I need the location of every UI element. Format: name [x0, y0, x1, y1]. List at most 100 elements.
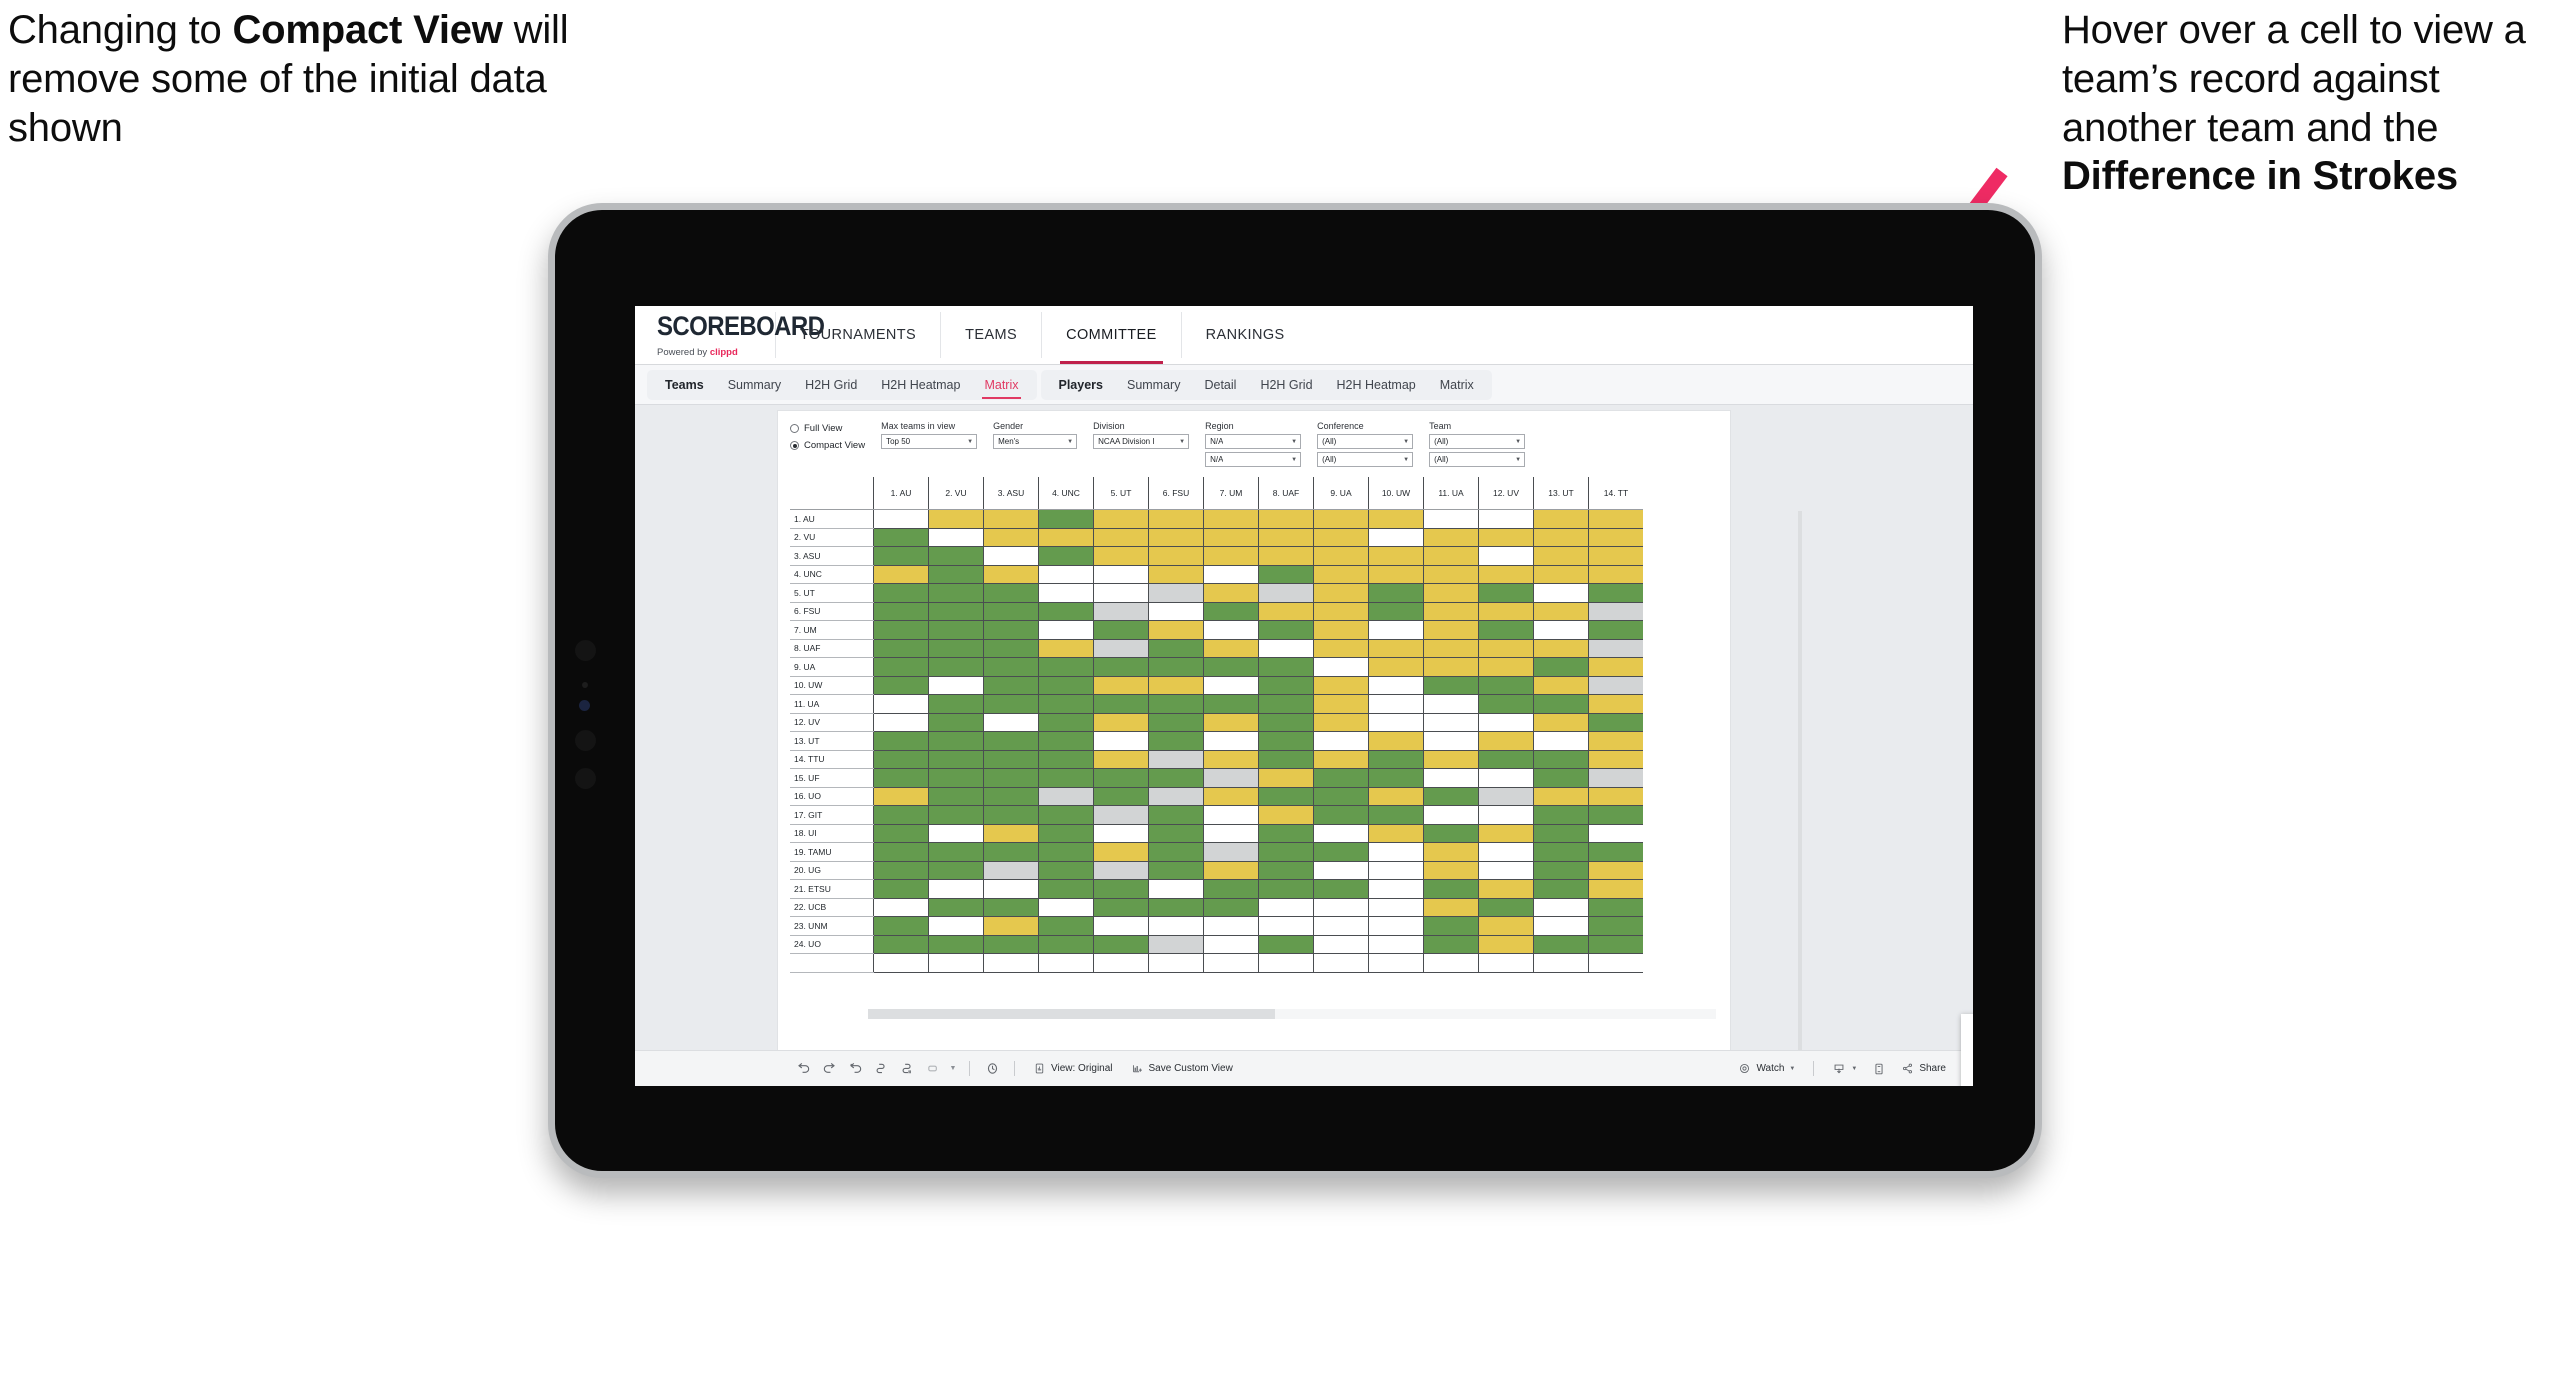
- matrix-cell[interactable]: [1203, 676, 1259, 695]
- save-custom-view-button[interactable]: Save Custom View: [1122, 1056, 1242, 1082]
- matrix-cell[interactable]: [983, 676, 1039, 695]
- matrix-cell[interactable]: [1258, 565, 1314, 584]
- matrix-cell[interactable]: [1038, 546, 1094, 566]
- tab-teams-summary[interactable]: Summary: [716, 378, 793, 392]
- matrix-cell[interactable]: [1148, 750, 1204, 769]
- matrix-cell[interactable]: [1203, 879, 1259, 899]
- matrix-cell[interactable]: [1258, 935, 1314, 954]
- matrix-cell[interactable]: [1093, 824, 1149, 843]
- matrix-cell[interactable]: [1258, 509, 1314, 529]
- tab-teams-h2h-grid[interactable]: H2H Grid: [793, 378, 869, 392]
- matrix-cell[interactable]: [873, 546, 929, 566]
- matrix-cell[interactable]: [1423, 546, 1479, 566]
- matrix-cell[interactable]: [873, 713, 929, 732]
- matrix-cell[interactable]: [928, 713, 984, 732]
- matrix-cell[interactable]: [1258, 861, 1314, 880]
- matrix-cell[interactable]: [1258, 528, 1314, 547]
- matrix-cell[interactable]: [1423, 602, 1479, 621]
- matrix-cell[interactable]: [1588, 620, 1643, 640]
- matrix-row-header[interactable]: 12. UV: [790, 713, 874, 732]
- matrix-cell[interactable]: [1203, 602, 1259, 621]
- matrix-cell[interactable]: [1148, 916, 1204, 936]
- matrix-cell[interactable]: [928, 546, 984, 566]
- matrix-cell[interactable]: [1533, 509, 1589, 529]
- matrix-cell[interactable]: [1478, 657, 1534, 677]
- matrix-cell[interactable]: [1258, 731, 1314, 751]
- matrix-cell[interactable]: [1148, 620, 1204, 640]
- matrix-cell[interactable]: [873, 768, 929, 788]
- matrix-cell[interactable]: [873, 620, 929, 640]
- matrix-cell[interactable]: [1148, 731, 1204, 751]
- matrix-cell[interactable]: [1313, 879, 1369, 899]
- matrix-cell[interactable]: [928, 916, 984, 936]
- matrix-cell[interactable]: [1313, 639, 1369, 658]
- download-button[interactable]: ▼: [1823, 1056, 1866, 1082]
- matrix-cell[interactable]: [1313, 768, 1369, 788]
- filter-division-select[interactable]: NCAA Division I ▼: [1093, 434, 1190, 449]
- matrix-cell[interactable]: [1588, 676, 1643, 695]
- nav-item-committee[interactable]: COMMITTEE: [1042, 306, 1181, 364]
- matrix-cell[interactable]: [1258, 768, 1314, 788]
- matrix-cell[interactable]: [1368, 639, 1424, 658]
- matrix-cell[interactable]: [1148, 676, 1204, 695]
- matrix-cell[interactable]: [1368, 694, 1424, 714]
- matrix-cell[interactable]: [1313, 676, 1369, 695]
- matrix-cell[interactable]: [873, 583, 929, 603]
- matrix-cell[interactable]: [1588, 602, 1643, 621]
- matrix-cell[interactable]: [1203, 657, 1259, 677]
- matrix-cell[interactable]: [1533, 583, 1589, 603]
- matrix-cell[interactable]: [873, 898, 929, 917]
- matrix-cell[interactable]: [1588, 916, 1643, 936]
- matrix-cell[interactable]: [1368, 898, 1424, 917]
- tab-players-matrix[interactable]: Matrix: [1428, 378, 1486, 392]
- matrix-cell[interactable]: [1258, 676, 1314, 695]
- matrix-cell[interactable]: [873, 861, 929, 880]
- matrix-cell[interactable]: [928, 935, 984, 954]
- matrix-cell[interactable]: [983, 731, 1039, 751]
- matrix-cell[interactable]: [1093, 750, 1149, 769]
- matrix-row-header[interactable]: 9. UA: [790, 657, 874, 677]
- matrix-cell[interactable]: [1368, 787, 1424, 806]
- matrix-cell[interactable]: [983, 898, 1039, 917]
- matrix-cell[interactable]: [1533, 528, 1589, 547]
- matrix-cell[interactable]: [1148, 657, 1204, 677]
- matrix-cell[interactable]: [1423, 787, 1479, 806]
- matrix-cell[interactable]: [1423, 694, 1479, 714]
- matrix-cell[interactable]: [1203, 565, 1259, 584]
- matrix-cell[interactable]: [983, 528, 1039, 547]
- matrix-cell[interactable]: [1368, 805, 1424, 825]
- pause-icon[interactable]: [894, 1056, 920, 1082]
- matrix-cell[interactable]: [928, 657, 984, 677]
- matrix-cell[interactable]: [928, 694, 984, 714]
- matrix-cell[interactable]: [1478, 583, 1534, 603]
- matrix-cell[interactable]: [1533, 768, 1589, 788]
- filter-region-select-2[interactable]: N/A ▼: [1205, 452, 1302, 467]
- matrix-cell[interactable]: [928, 620, 984, 640]
- matrix-cell[interactable]: [1093, 805, 1149, 825]
- matrix-cell[interactable]: [1533, 565, 1589, 584]
- matrix-cell[interactable]: [1588, 528, 1643, 547]
- matrix-cell[interactable]: [1533, 657, 1589, 677]
- matrix-row-header[interactable]: 22. UCB: [790, 898, 874, 917]
- matrix-cell[interactable]: [1093, 528, 1149, 547]
- matrix-cell[interactable]: [1148, 509, 1204, 529]
- matrix-cell[interactable]: [1148, 639, 1204, 658]
- matrix-cell[interactable]: [1148, 713, 1204, 732]
- matrix-cell[interactable]: [1313, 528, 1369, 547]
- matrix-cell[interactable]: [1258, 620, 1314, 640]
- matrix-cell[interactable]: [1203, 898, 1259, 917]
- matrix-cell[interactable]: [1533, 694, 1589, 714]
- matrix-cell[interactable]: [1258, 750, 1314, 769]
- matrix-cell[interactable]: [1258, 583, 1314, 603]
- matrix-cell[interactable]: [1588, 657, 1643, 677]
- matrix-cell[interactable]: [1148, 935, 1204, 954]
- matrix-cell[interactable]: [1423, 750, 1479, 769]
- matrix-col-header[interactable]: 1. AU: [873, 477, 929, 510]
- matrix-cell[interactable]: [1533, 676, 1589, 695]
- matrix-cell[interactable]: [1533, 639, 1589, 658]
- matrix-cell[interactable]: [1313, 916, 1369, 936]
- matrix-row-header[interactable]: 16. UO: [790, 787, 874, 806]
- matrix-cell[interactable]: [928, 750, 984, 769]
- matrix-cell[interactable]: [1093, 935, 1149, 954]
- matrix-cell[interactable]: [1313, 824, 1369, 843]
